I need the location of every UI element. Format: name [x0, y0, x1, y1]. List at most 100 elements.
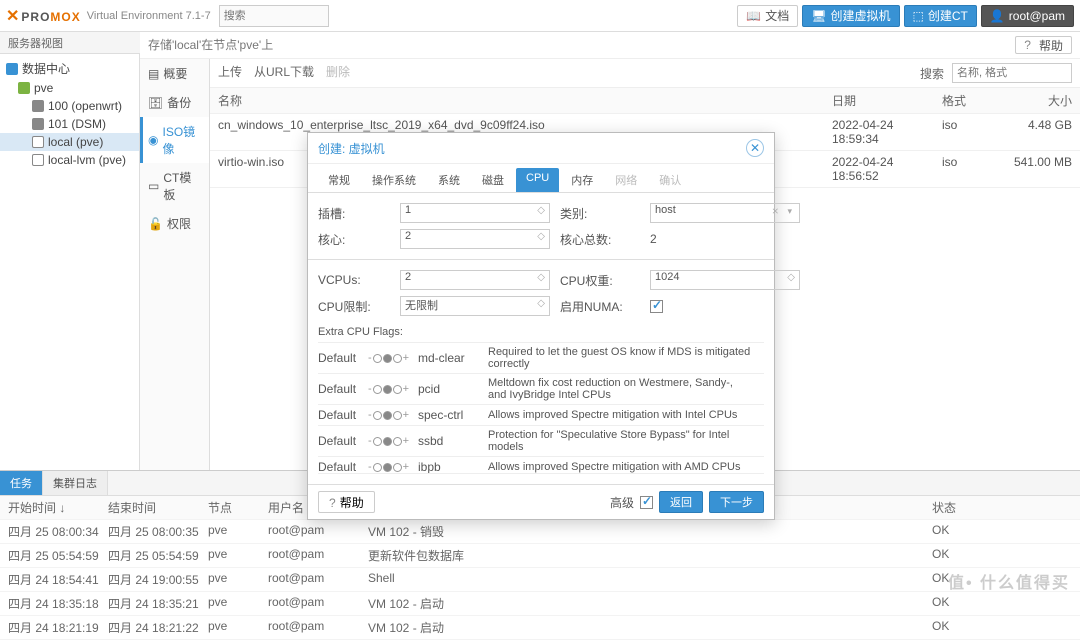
file-icon: ▭ — [148, 179, 159, 193]
cpu-limit-label: CPU限制: — [318, 298, 390, 315]
tab-cpu[interactable]: CPU — [516, 168, 559, 192]
task-row[interactable]: 四月 24 18:21:19四月 24 18:21:22pveroot@pamV… — [0, 616, 1080, 640]
col-status[interactable]: 状态 — [932, 499, 1072, 516]
disk-icon — [32, 154, 44, 166]
logo-icon: ✕ — [6, 6, 19, 26]
col-date[interactable]: 日期 — [832, 92, 942, 109]
cores-input[interactable]: 2 — [400, 229, 550, 249]
back-button[interactable]: 返回 — [659, 491, 703, 513]
numa-label: 启用NUMA: — [560, 298, 640, 315]
book-icon: 📖 — [746, 9, 761, 23]
content-search-input[interactable] — [952, 63, 1072, 83]
building-icon — [6, 63, 18, 75]
create-ct-button[interactable]: ⬚创建CT — [904, 5, 977, 27]
flag-row: Default-+ssbdProtection for "Speculative… — [318, 425, 764, 456]
monitor-icon — [32, 118, 44, 130]
cube-icon: ⬚ — [913, 9, 924, 23]
monitor-icon — [32, 100, 44, 112]
tree-vm-101[interactable]: 101 (DSM) — [0, 115, 139, 133]
col-format[interactable]: 格式 — [942, 92, 1002, 109]
subnav-iso[interactable]: ◉ISO镜像 — [140, 117, 209, 163]
subnav-ct-templates[interactable]: ▭CT模板 — [140, 163, 209, 209]
topbar: ✕ PROMOX Virtual Environment 7.1-7 📖文档 🖥… — [0, 0, 1080, 32]
close-button[interactable]: ✕ — [746, 139, 764, 157]
upload-button[interactable]: 上传 — [218, 63, 242, 83]
tree-storage-locallvm[interactable]: local-lvm (pve) — [0, 151, 139, 169]
cpu-type-combo[interactable]: host — [650, 203, 800, 223]
tab-confirm[interactable]: 确认 — [649, 168, 691, 192]
dialog-help-button[interactable]: ?帮助 — [318, 491, 375, 513]
breadcrumb: 存储'local'在节点'pve'上 ?帮助 — [140, 32, 1080, 59]
archive-icon: 🗄 — [148, 96, 163, 110]
numa-checkbox[interactable] — [650, 300, 663, 313]
disk-icon — [32, 136, 44, 148]
subnav-backup[interactable]: 🗄备份 — [140, 88, 209, 117]
flag-row: Default-+spec-ctrlAllows improved Spectr… — [318, 404, 764, 425]
col-node[interactable]: 节点 — [208, 499, 268, 516]
cpu-units-input[interactable]: 1024 — [650, 270, 800, 290]
advanced-checkbox[interactable] — [640, 496, 653, 509]
tristate-toggle[interactable]: -+ — [368, 435, 409, 447]
col-name[interactable]: 名称 — [218, 92, 832, 109]
delete-button[interactable]: 删除 — [326, 63, 350, 83]
task-row[interactable]: 四月 24 18:35:18四月 24 18:35:21pveroot@pamV… — [0, 592, 1080, 616]
flag-row: Default-+pcidMeltdown fix cost reduction… — [318, 373, 764, 404]
sockets-label: 插槽: — [318, 205, 390, 222]
advanced-label: 高级 — [610, 494, 634, 511]
type-label: 类别: — [560, 205, 640, 222]
tree-node-pve[interactable]: pve — [0, 79, 139, 97]
watermark: 值• 什么值得买 — [948, 569, 1070, 593]
user-menu-button[interactable]: 👤root@pam — [981, 5, 1074, 27]
tab-memory[interactable]: 内存 — [561, 168, 603, 192]
global-search-input[interactable] — [219, 5, 329, 27]
cores-label: 核心: — [318, 231, 390, 248]
task-row[interactable]: 四月 25 05:54:59四月 25 05:54:59pveroot@pam更… — [0, 544, 1080, 568]
help-icon: ? — [1024, 38, 1031, 52]
cpu-units-label: CPU权重: — [560, 272, 640, 289]
create-vm-button[interactable]: 🖥创建虚拟机 — [802, 5, 899, 27]
tab-general[interactable]: 常规 — [318, 168, 360, 192]
next-button[interactable]: 下一步 — [709, 491, 764, 513]
tristate-toggle[interactable]: -+ — [368, 461, 409, 473]
tree-vm-100[interactable]: 100 (openwrt) — [0, 97, 139, 115]
flag-row: Default-+md-clearRequired to let the gue… — [318, 343, 764, 373]
cpu-limit-input[interactable]: 无限制 — [400, 296, 550, 316]
version-label: Virtual Environment 7.1-7 — [87, 10, 211, 22]
col-start[interactable]: 开始时间 ↓ — [8, 499, 108, 516]
tab-cluster-log[interactable]: 集群日志 — [43, 471, 108, 495]
resource-tree: 数据中心 pve 100 (openwrt) 101 (DSM) local (… — [0, 54, 140, 470]
tab-system[interactable]: 系统 — [428, 168, 470, 192]
tree-datacenter[interactable]: 数据中心 — [0, 58, 139, 79]
tree-storage-local[interactable]: local (pve) — [0, 133, 139, 151]
flag-row: Default-+ibpbAllows improved Spectre mit… — [318, 456, 764, 474]
task-row[interactable]: 四月 25 08:00:34四月 25 08:00:35pveroot@pamV… — [0, 520, 1080, 544]
server-view-header[interactable]: 服务器视图 — [0, 32, 140, 54]
disc-icon: ◉ — [148, 133, 158, 147]
total-cores-value: 2 — [650, 232, 800, 246]
col-size[interactable]: 大小 — [1002, 92, 1072, 109]
create-vm-dialog: 创建: 虚拟机 ✕ 常规 操作系统 系统 磁盘 CPU 内存 网络 确认 插槽:… — [307, 132, 775, 520]
user-icon: 👤 — [990, 9, 1005, 23]
help-button[interactable]: ?帮助 — [1015, 36, 1072, 54]
storage-subnav: ▤概要 🗄备份 ◉ISO镜像 ▭CT模板 🔓权限 — [140, 59, 210, 470]
tristate-toggle[interactable]: -+ — [368, 409, 409, 421]
vcpus-input[interactable]: 2 — [400, 270, 550, 290]
col-end[interactable]: 结束时间 — [108, 499, 208, 516]
sockets-input[interactable]: 1 — [400, 203, 550, 223]
tab-disk[interactable]: 磁盘 — [472, 168, 514, 192]
tab-os[interactable]: 操作系统 — [362, 168, 426, 192]
vcpus-label: VCPUs: — [318, 273, 390, 287]
total-cores-label: 核心总数: — [560, 231, 640, 248]
tab-tasks[interactable]: 任务 — [0, 471, 43, 495]
tristate-toggle[interactable]: -+ — [368, 383, 409, 395]
subnav-summary[interactable]: ▤概要 — [140, 59, 209, 88]
tristate-toggle[interactable]: -+ — [368, 352, 409, 364]
task-row[interactable]: 四月 24 18:54:41四月 24 19:00:55pveroot@pamS… — [0, 568, 1080, 592]
monitor-icon: 🖥 — [811, 9, 826, 23]
help-icon: ? — [329, 496, 336, 510]
tab-network[interactable]: 网络 — [605, 168, 647, 192]
download-url-button[interactable]: 从URL下载 — [254, 63, 314, 83]
docs-button[interactable]: 📖文档 — [737, 5, 798, 27]
logo-text: PROMOX — [21, 8, 80, 24]
subnav-permissions[interactable]: 🔓权限 — [140, 209, 209, 238]
